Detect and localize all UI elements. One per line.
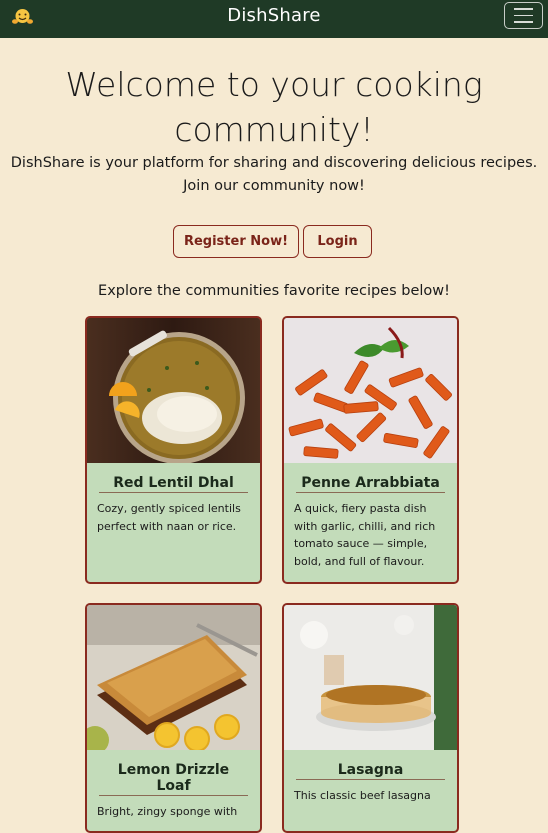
recipe-description: Bright, zingy sponge with [97,805,238,818]
hero-title: Welcome to your cooking community! [65,65,483,149]
recipe-description: A quick, fiery pasta dish with garlic, c… [294,502,436,568]
recipe-card-penne-arrabbiata[interactable]: Penne Arrabbiata A quick, fiery pasta di… [282,316,459,584]
recipe-image-dhal [87,318,260,463]
recipe-description: This classic beef lasagna [294,789,431,802]
recipe-description: Cozy, gently spiced lentils perfect with… [97,502,241,533]
register-button[interactable]: Register Now! [173,225,299,258]
recipe-title: Lemon Drizzle Loaf [99,762,248,796]
recipe-title: Lasagna [296,762,445,780]
explore-heading: Explore the communities favorite recipes… [98,283,450,299]
brand-title[interactable]: DishShare [0,5,548,26]
recipe-title: Penne Arrabbiata [296,475,445,493]
recipe-card-lasagna[interactable]: Lasagna This classic beef lasagna [282,603,459,833]
login-button[interactable]: Login [303,225,372,258]
recipe-card-red-lentil-dhal[interactable]: Red Lentil Dhal Cozy, gently spiced lent… [85,316,262,584]
hamburger-menu-icon[interactable] [504,2,543,29]
recipe-image-penne [284,318,457,463]
recipe-image-lasagna [284,605,457,750]
hero-text: DishShare is your platform for sharing a… [10,155,538,194]
recipe-title: Red Lentil Dhal [99,475,248,493]
recipe-image-lemon-loaf [87,605,260,750]
navbar: DishShare [0,0,548,38]
recipe-card-lemon-drizzle-loaf[interactable]: Lemon Drizzle Loaf Bright, zingy sponge … [85,603,262,833]
